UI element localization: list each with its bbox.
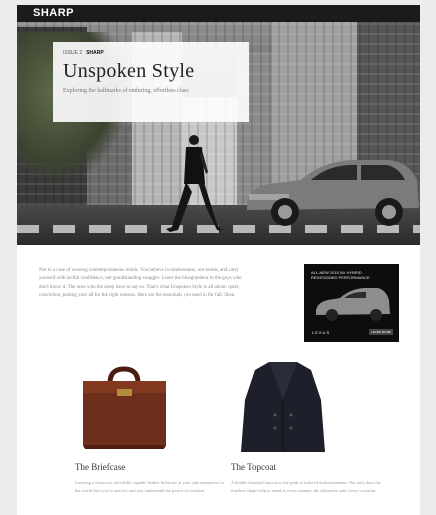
product-desc-topcoat: A double breasted topcoat is the peak of… xyxy=(231,480,381,493)
ad-brand: LEXUS xyxy=(312,330,331,335)
ad-headline-block: ALL-NEW 2015 NX HYBRID REDESIGNED PERFOR… xyxy=(311,270,370,280)
intro-paragraph: Not to a case of wearing contemporaneous… xyxy=(39,268,242,299)
ad-car-image xyxy=(316,288,390,321)
topcoat-image[interactable] xyxy=(239,360,327,455)
advertisement[interactable]: ALL-NEW 2015 NX HYBRID REDESIGNED PERFOR… xyxy=(304,264,399,342)
masthead-logo[interactable]: SHARP xyxy=(17,5,420,22)
intro-section: Not to a case of wearing contemporaneous… xyxy=(17,245,420,365)
hero-title-card: ISSUE 2 SHARP Unspoken Style Exploring th… xyxy=(53,42,249,122)
ad-cta-button[interactable]: LEARN MORE xyxy=(369,329,393,335)
product-name-briefcase[interactable]: The Briefcase xyxy=(75,462,125,472)
issue-kicker: ISSUE 2 SHARP xyxy=(63,50,239,56)
suv-car xyxy=(247,160,419,226)
page-subtitle: Exploring the hallmarks of enduring, eff… xyxy=(63,88,189,94)
product-desc-briefcase: Carrying a clean-cut, decidedly capable … xyxy=(75,480,224,493)
page-title: Unspoken Style xyxy=(63,60,195,82)
issue-label: ISSUE 2 xyxy=(63,50,83,56)
ad-tagline: REDESIGNED PERFORMANCE xyxy=(311,275,370,280)
walking-man xyxy=(166,135,222,232)
product-name-topcoat[interactable]: The Topcoat xyxy=(231,462,276,472)
hero-image: ISSUE 2 SHARP Unspoken Style Exploring th… xyxy=(17,22,420,245)
products-section: The Briefcase The Topcoat Carrying a cle… xyxy=(17,362,420,515)
briefcase-image[interactable] xyxy=(77,365,172,453)
kicker-brand: SHARP xyxy=(86,50,104,56)
magazine-page: SHARP ISSUE 2 SHARP Unspoken Style Explo… xyxy=(17,5,420,515)
